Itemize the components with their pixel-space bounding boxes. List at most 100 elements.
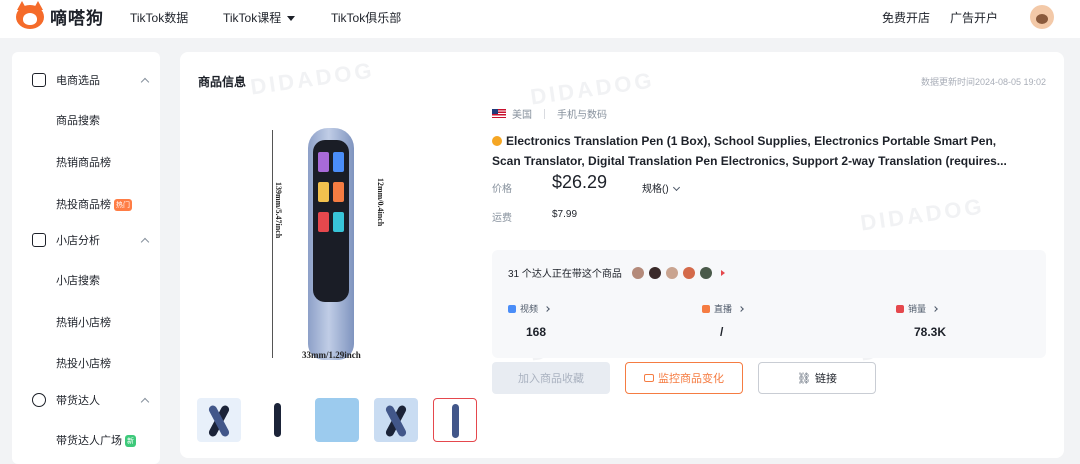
watermark: DIDADOG: [248, 57, 376, 100]
person-icon: [32, 393, 46, 407]
monitor-product-button[interactable]: 监控商品变化: [625, 362, 743, 394]
product-info-panel: DIDADOG DIDADOG DIDADOG DIDADOG DIDADOG …: [180, 52, 1064, 458]
nav-tiktok-club[interactable]: TikTok俱乐部: [331, 9, 401, 26]
update-time: 数据更新时间2024-08-05 19:02: [920, 77, 1046, 87]
ad-account-link[interactable]: 广告开户: [950, 9, 998, 26]
product-details: 美国 手机与数码 Electronics Translation Pen (1 …: [492, 106, 1032, 224]
stat-videos[interactable]: 视频 168: [508, 302, 550, 339]
chevron-right-icon: [932, 305, 938, 312]
link-icon: ⛓: [797, 372, 811, 385]
stat-sales[interactable]: 销量 78.3K: [896, 302, 946, 339]
creator-avatar: [699, 266, 712, 279]
stat-value: 168: [526, 325, 547, 339]
price-label: 价格: [492, 184, 512, 195]
us-flag-icon: [492, 109, 506, 118]
chevron-up-icon: [140, 77, 150, 86]
button-label: 加入商品收藏: [518, 373, 584, 385]
monitor-icon: [644, 374, 654, 382]
stat-live[interactable]: 直播 /: [702, 302, 744, 339]
sidebar-group-label: 小店分析: [56, 235, 100, 247]
stat-value: /: [720, 325, 724, 339]
product-thumbnail[interactable]: [374, 398, 418, 442]
sidebar-group-product-selection[interactable]: 电商选品: [12, 60, 160, 100]
stat-value: 78.3K: [914, 325, 947, 339]
nav-tiktok-course-label: TikTok课程: [223, 11, 282, 25]
sidebar-item-hot-ads-stores[interactable]: 热投小店榜: [56, 355, 111, 371]
chevron-up-icon: [140, 237, 150, 246]
dog-logo-icon: [16, 0, 44, 29]
stats-box: 31 个达人正在带这个商品 视频 168 直播 / 销量 78.3K: [492, 250, 1046, 358]
logo[interactable]: 嘀嗒狗: [16, 0, 104, 29]
sidebar-item-product-search[interactable]: 商品搜索: [56, 112, 100, 128]
product-thumbnail[interactable]: [315, 398, 359, 442]
stat-label: 视频: [520, 304, 539, 314]
shipping-value: $7.99: [552, 209, 578, 220]
chevron-right-icon: [738, 305, 744, 312]
sidebar-item-label: 带货达人广场: [56, 435, 122, 447]
product-title[interactable]: Electronics Translation Pen (1 Box), Sch…: [492, 131, 1028, 171]
creators-count-text: 31 个达人正在带这个商品: [508, 269, 622, 280]
price-row: 价格 $26.29 规格() 运费 $7.99: [492, 172, 1032, 224]
hot-badge: 热门: [114, 199, 132, 212]
chevron-right-icon: [544, 305, 550, 312]
sidebar-item-creator-plaza[interactable]: 带货达人广场新: [56, 432, 136, 448]
stat-label: 销量: [908, 304, 927, 314]
button-label: 链接: [814, 373, 837, 385]
product-thumbnail-selected[interactable]: [433, 398, 477, 442]
link-button[interactable]: ⛓ 链接: [758, 362, 876, 394]
watermark: DIDADOG: [528, 67, 656, 110]
caret-down-icon: [287, 16, 296, 22]
logo-text: 嘀嗒狗: [50, 9, 104, 28]
sidebar-item-store-search[interactable]: 小店搜索: [56, 272, 100, 288]
creator-avatars: [631, 266, 725, 279]
user-avatar[interactable]: [1030, 5, 1054, 29]
creator-avatar: [648, 266, 661, 279]
sales-icon: [896, 304, 904, 313]
spec-label: 规格(): [642, 184, 669, 195]
height-dimension-line: [272, 130, 286, 358]
sidebar-group-creators[interactable]: 带货达人: [12, 380, 160, 420]
origin-row: 美国 手机与数码: [492, 106, 1032, 121]
chevron-up-icon: [140, 397, 150, 406]
add-to-favorites-button[interactable]: 加入商品收藏: [492, 362, 610, 394]
sidebar-item-hot-ads-products[interactable]: 热投商品榜 热门: [56, 196, 132, 212]
panel-title: 商品信息: [198, 75, 247, 89]
stat-label: 直播: [714, 304, 733, 314]
nav-tiktok-course[interactable]: TikTok课程: [223, 9, 296, 26]
sidebar-item-label: 热投商品榜: [56, 199, 111, 211]
category-label[interactable]: 手机与数码: [557, 106, 607, 121]
product-title-text: Electronics Translation Pen (1 Box), Sch…: [492, 134, 1007, 168]
pen-screen: [313, 140, 349, 302]
nav-tiktok-data[interactable]: TikTok数据: [130, 9, 188, 26]
product-thumbnail[interactable]: [256, 398, 300, 442]
bag-icon: [32, 73, 46, 87]
price-value: $26.29: [552, 172, 608, 192]
play-more-icon: [720, 269, 725, 276]
country-label: 美国: [512, 110, 532, 121]
store-icon: [32, 233, 46, 247]
sidebar: 电商选品 商品搜索 热销商品榜 热投商品榜 热门 小店分析 小店搜索 热销小店榜 …: [12, 52, 160, 464]
product-main-image: 139mm/5.47inch 12mm/0.4inch: [272, 122, 392, 372]
chevron-down-icon: [672, 183, 680, 192]
top-navbar: 嘀嗒狗 TikTok数据 TikTok课程 TikTok俱乐部 免费开店 广告开…: [0, 0, 1080, 38]
creator-avatar: [682, 266, 695, 279]
thickness-dimension-label: 12mm/0.4inch: [376, 178, 385, 227]
translation-pen: [308, 128, 354, 360]
new-badge: 新: [125, 435, 136, 448]
creator-avatar: [665, 266, 678, 279]
sidebar-group-label: 带货达人: [56, 395, 100, 407]
shop-icon: [492, 136, 502, 146]
button-label: 监控商品变化: [658, 373, 724, 385]
free-store-link[interactable]: 免费开店: [882, 9, 930, 26]
height-dimension-label: 139mm/5.47inch: [274, 182, 283, 239]
creator-avatar: [631, 266, 644, 279]
spec-dropdown[interactable]: 规格(): [642, 180, 680, 195]
sidebar-group-label: 电商选品: [56, 75, 100, 87]
product-thumbnail[interactable]: [197, 398, 241, 442]
width-dimension-label: 33mm/1.29inch: [302, 350, 361, 360]
creators-row[interactable]: 31 个达人正在带这个商品: [508, 265, 725, 280]
shipping-label: 运费: [492, 213, 512, 224]
sidebar-item-hot-sales-products[interactable]: 热销商品榜: [56, 154, 111, 170]
sidebar-group-store-analysis[interactable]: 小店分析: [12, 220, 160, 260]
sidebar-item-hot-sales-stores[interactable]: 热销小店榜: [56, 314, 111, 330]
